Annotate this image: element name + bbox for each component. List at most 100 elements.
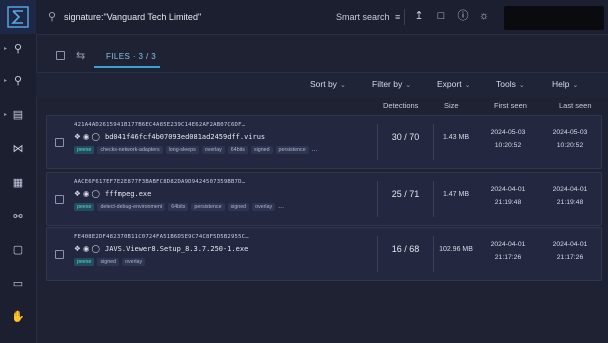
sidebar-item-file-search[interactable]: ▸ ⚲ (0, 36, 36, 60)
tag[interactable]: peexe (74, 146, 95, 154)
swap-icon[interactable]: ⇆ (76, 49, 85, 62)
tag[interactable]: overlay (252, 203, 276, 211)
table-row[interactable]: 421A4AD2615941B177B6EC4A85E239C14E62AF2A… (46, 115, 602, 169)
column-header-size[interactable]: Size (444, 101, 459, 110)
file-hash[interactable]: 421A4AD2615941B177B6EC4A85E239C14E62AF2A… (74, 122, 245, 128)
first-seen-date: 2024-05-03 (490, 129, 526, 136)
chevron-down-icon: ⌄ (572, 82, 579, 89)
last-seen-date: 2024-04-01 (552, 241, 588, 248)
sidebar-item-monitor[interactable]: ▢ (0, 237, 36, 261)
theme-toggle-icon[interactable]: ☼ (477, 9, 491, 23)
last-seen-time: 21:19:48 (556, 199, 584, 206)
help-button[interactable]: Help ⌄ (552, 79, 578, 89)
table-row[interactable]: AACE6F617EF7E2E877F3BABFC8D82DA9D9424507… (46, 172, 602, 226)
tag[interactable]: overlay (122, 258, 146, 266)
last-seen-value: 2024-04-01 21:17:26 (543, 238, 597, 264)
first-seen-date: 2024-04-01 (490, 241, 526, 248)
logo[interactable] (0, 0, 36, 34)
select-all-checkbox[interactable] (56, 51, 65, 60)
first-seen-value: 2024-05-03 10:20:52 (481, 126, 535, 152)
sidebar: ▸ ⚲ ▸ ⚲ ▸ ▤ ⋈ ▦ ⚯ ▢ ▭ ✋ (0, 34, 37, 343)
export-button[interactable]: Export ⌄ (437, 79, 470, 89)
row-checkbox[interactable] (55, 138, 64, 147)
help-label: Help (552, 79, 570, 89)
file-type-icons: ❖ ◉ ◯ (74, 244, 100, 253)
search-icon: ⚲ (48, 11, 57, 23)
shield-icon: ◯ (91, 244, 100, 253)
chevron-down-icon: ⌄ (464, 82, 471, 89)
upload-icon[interactable]: ↥ (412, 9, 426, 23)
sidebar-item-file-report[interactable]: ▸ ▤ (0, 102, 36, 126)
first-seen-value: 2024-04-01 21:17:26 (481, 238, 535, 264)
smart-search-button[interactable]: Smart search ≡ (336, 12, 400, 22)
file-name[interactable]: bd041f46fcf4b07093ed081ad2459dff.virus (105, 133, 265, 141)
detections-value[interactable]: 16 / 68 (383, 244, 428, 254)
row-checkbox[interactable] (55, 195, 64, 204)
row-checkbox[interactable] (55, 250, 64, 259)
column-divider (433, 181, 434, 217)
notification-icon[interactable]: □ (434, 9, 448, 23)
sidebar-item-hand[interactable]: ✋ (0, 304, 36, 328)
last-seen-value: 2024-05-03 10:20:52 (543, 126, 597, 152)
url-search-icon: ⚲ (13, 74, 23, 87)
sidebar-item-network[interactable]: ▦ (0, 170, 36, 194)
tag[interactable]: peexe (74, 258, 95, 266)
tag[interactable]: persistence (191, 203, 225, 211)
tag[interactable]: signed (250, 146, 273, 154)
more-tags[interactable]: ... (312, 146, 318, 154)
shield-icon: ◯ (91, 132, 100, 141)
last-seen-time: 10:20:52 (556, 142, 584, 149)
sidebar-item-key[interactable]: ⚯ (0, 204, 36, 228)
file-name[interactable]: fffmpeg.exe (105, 190, 151, 198)
tag[interactable]: peexe (74, 203, 95, 211)
size-value: 102.96 MB (439, 246, 473, 253)
tag[interactable]: persistence (275, 146, 309, 154)
sort-by-button[interactable]: Sort by ⌄ (310, 79, 346, 89)
tag[interactable]: 64bits (227, 146, 248, 154)
tag-list: peexe signed overlay (74, 258, 146, 266)
tag[interactable]: checks-network-adapters (97, 146, 163, 154)
column-header-last-seen[interactable]: Last seen (559, 101, 592, 110)
tag[interactable]: overlay (201, 146, 225, 154)
file-hash[interactable]: FE408E2DF482370B11C0724FA51B6D5E9C74C8F5… (74, 234, 249, 240)
tag-list: peexe checks-network-adapters long-sleep… (74, 146, 317, 154)
first-seen-time: 21:17:26 (494, 254, 522, 261)
chevron-down-icon: ⌄ (518, 82, 525, 89)
file-name[interactable]: JAVS.Viewer8.Setup_8.3.7.250-1.exe (105, 245, 248, 253)
detections-value[interactable]: 30 / 70 (383, 132, 428, 142)
detections-value[interactable]: 25 / 71 (383, 189, 428, 199)
file-search-icon: ⚲ (13, 42, 23, 55)
first-seen-date: 2024-04-01 (490, 186, 526, 193)
tools-button[interactable]: Tools ⌄ (496, 79, 525, 89)
file-hash[interactable]: AACE6F617EF7E2E877F3BABFC8D82DA9D9424507… (74, 179, 245, 185)
active-tab-indicator (94, 66, 160, 68)
last-seen-time: 21:17:26 (556, 254, 584, 261)
search-input[interactable] (64, 8, 314, 26)
column-header-first-seen[interactable]: First seen (494, 101, 527, 110)
sidebar-item-url-search[interactable]: ▸ ⚲ (0, 68, 36, 92)
sidebar-item-id-card[interactable]: ▭ (0, 271, 36, 295)
sidebar-item-graph[interactable]: ⋈ (0, 136, 36, 160)
chevron-down-icon: ⌄ (339, 82, 346, 89)
tag[interactable]: long-sleeps (165, 146, 199, 154)
table-row[interactable]: FE408E2DF482370B11C0724FA51B6D5E9C74C8F5… (46, 227, 602, 281)
filter-by-button[interactable]: Filter by ⌄ (372, 79, 411, 89)
tag[interactable]: 64bits (168, 203, 189, 211)
column-header-detections[interactable]: Detections (383, 101, 418, 110)
id-card-icon: ▭ (12, 277, 24, 290)
key-icon: ⚯ (13, 210, 23, 223)
top-bar: ⚲ Smart search ≡ ↥ □ ⓘ ☼ (0, 0, 608, 35)
more-tags[interactable]: ... (278, 203, 284, 211)
column-divider (433, 124, 434, 160)
help-icon[interactable]: ⓘ (456, 9, 470, 23)
globe-icon: ◉ (82, 132, 90, 141)
chevron-down-icon: ⌄ (405, 82, 412, 89)
tag[interactable]: detect-debug-environment (97, 203, 166, 211)
tag[interactable]: signed (227, 203, 250, 211)
tab-files[interactable]: FILES · 3 / 3 (106, 52, 156, 61)
shield-icon: ◯ (91, 189, 100, 198)
sigma-logo-icon (7, 6, 29, 28)
account-area-redacted[interactable] (504, 6, 604, 30)
last-seen-date: 2024-04-01 (552, 186, 588, 193)
tag[interactable]: signed (97, 258, 120, 266)
